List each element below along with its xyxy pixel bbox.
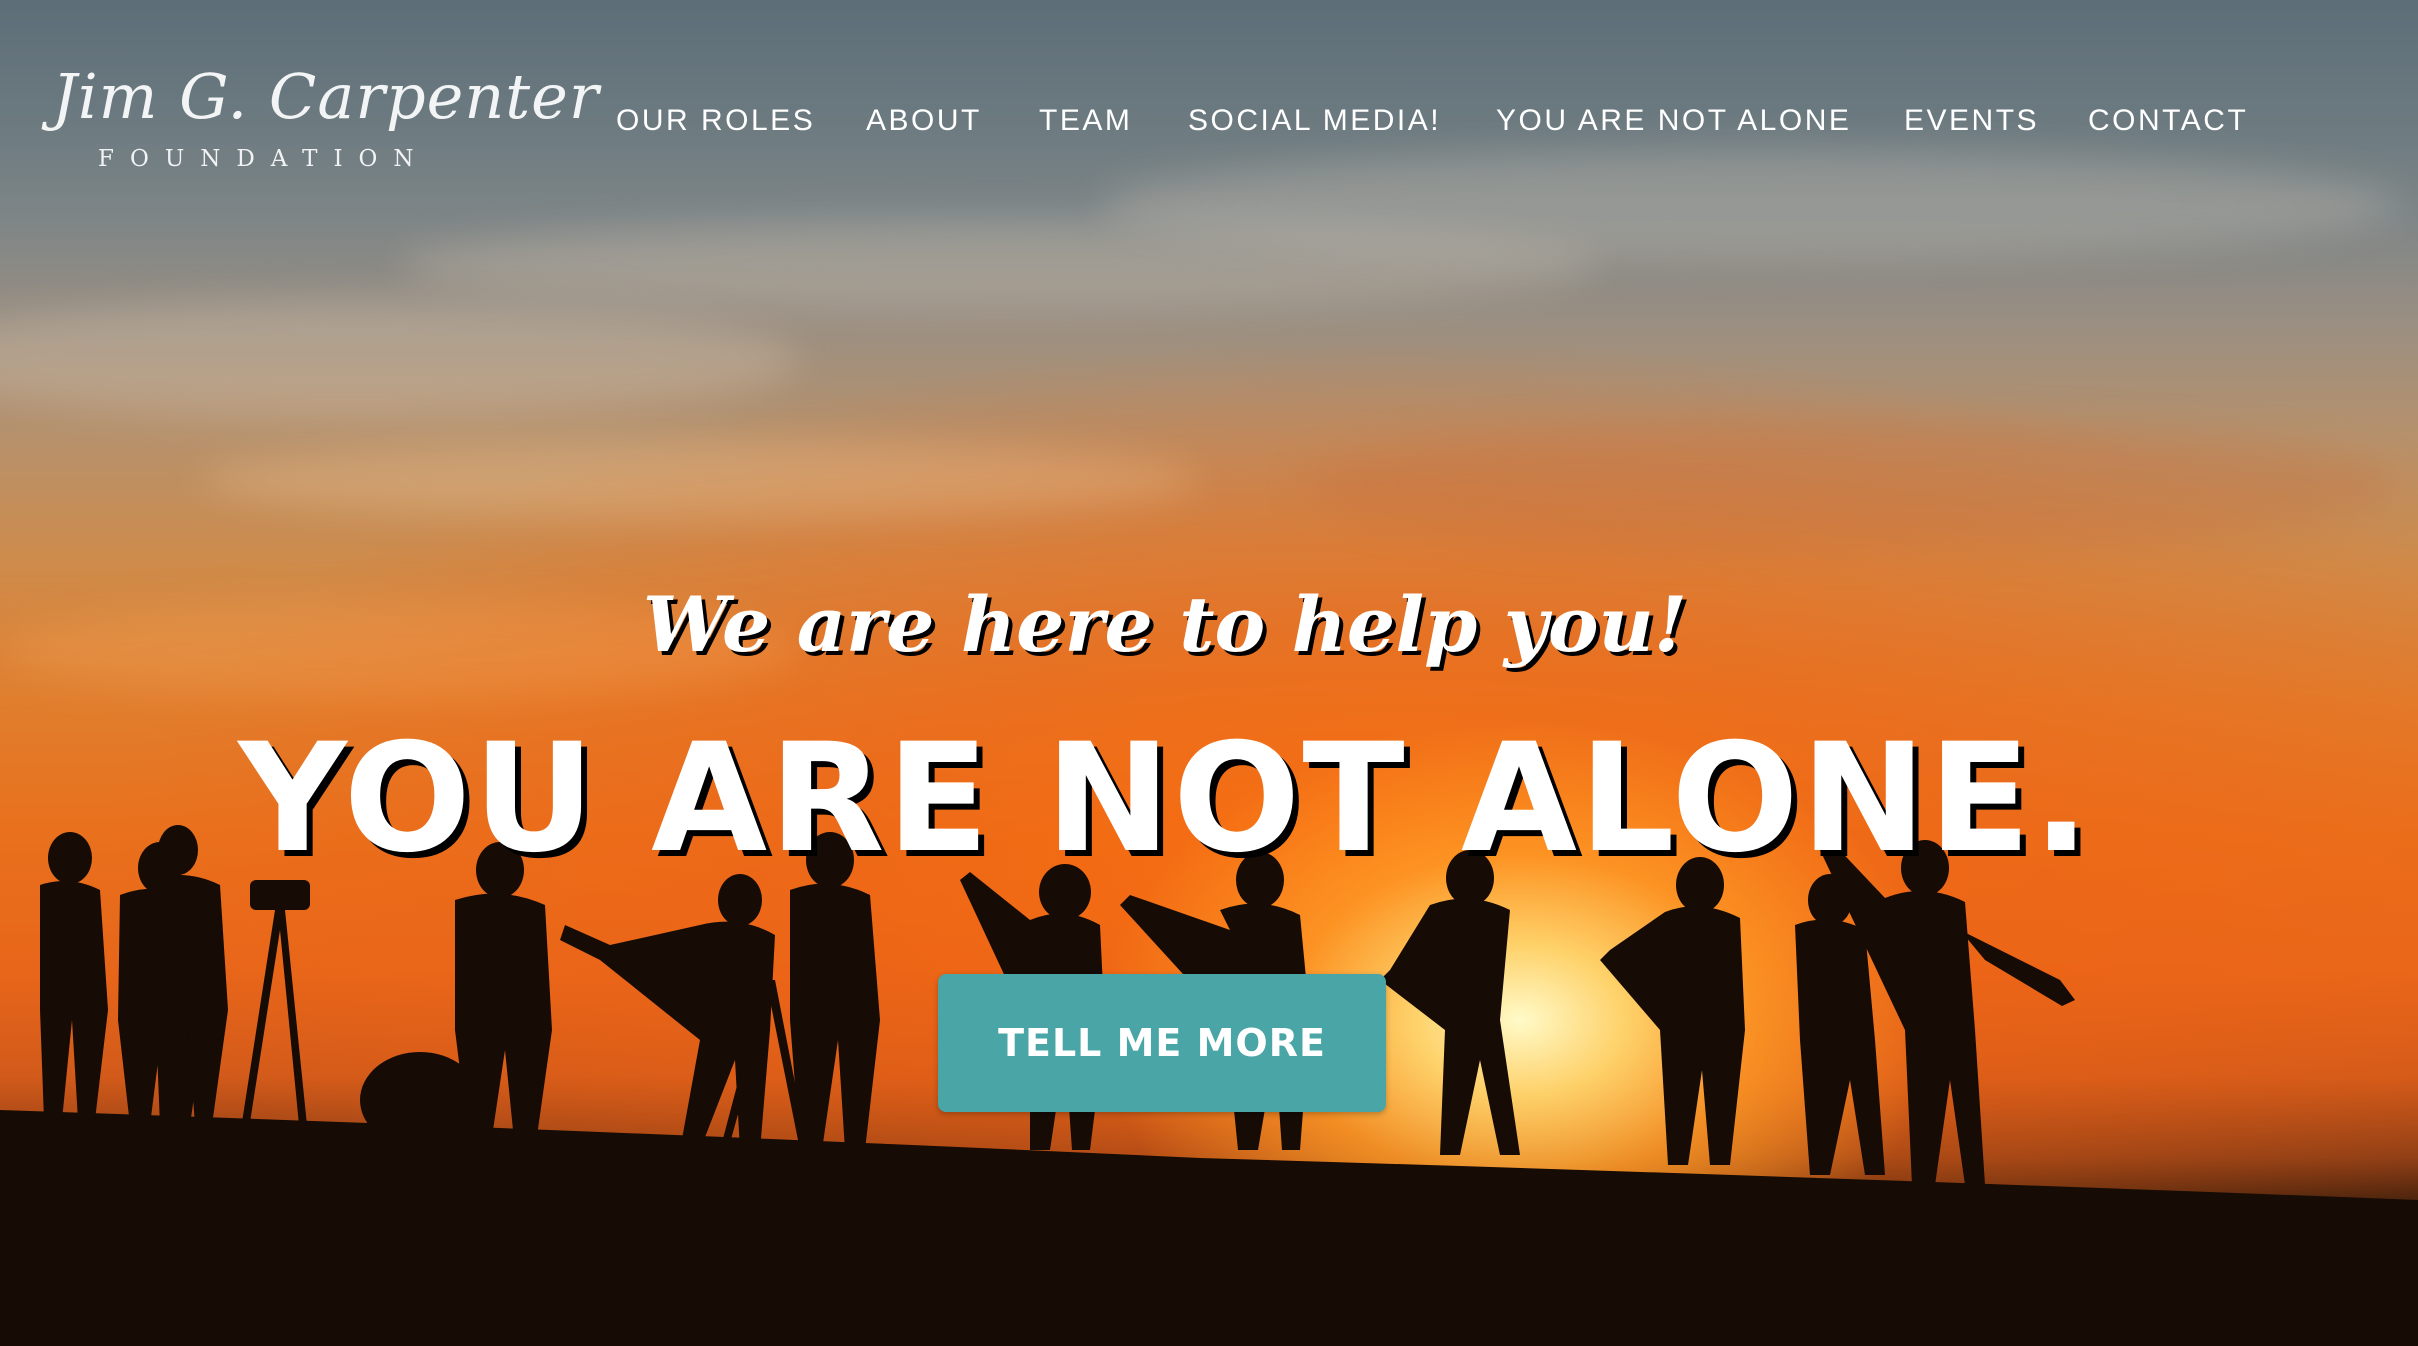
nav-about[interactable]: ABOUT bbox=[866, 104, 982, 138]
nav-events[interactable]: EVENTS bbox=[1904, 104, 2039, 138]
hero-section: Jim G. Carpenter FOUNDATION OUR ROLES AB… bbox=[0, 0, 2418, 1346]
foundation-logo[interactable]: Jim G. Carpenter FOUNDATION bbox=[52, 62, 599, 182]
logo-script-text: Jim G. Carpenter bbox=[52, 60, 600, 133]
nav-you-are-not-alone[interactable]: YOU ARE NOT ALONE bbox=[1496, 104, 1851, 138]
silhouette-art bbox=[0, 825, 2418, 1346]
people-silhouettes bbox=[0, 0, 2418, 1346]
nav-our-roles[interactable]: OUR ROLES bbox=[616, 104, 815, 138]
nav-contact[interactable]: CONTACT bbox=[2088, 104, 2248, 138]
tell-me-more-button[interactable]: TELL ME MORE bbox=[938, 974, 1386, 1112]
hero-headline: YOU ARE NOT ALONE. bbox=[238, 712, 2092, 886]
nav-social-media[interactable]: SOCIAL MEDIA! bbox=[1188, 104, 1441, 138]
nav-team[interactable]: TEAM bbox=[1039, 104, 1132, 138]
logo-sub-text: FOUNDATION bbox=[98, 146, 430, 172]
hero-tagline: We are here to help you! bbox=[642, 580, 1688, 669]
